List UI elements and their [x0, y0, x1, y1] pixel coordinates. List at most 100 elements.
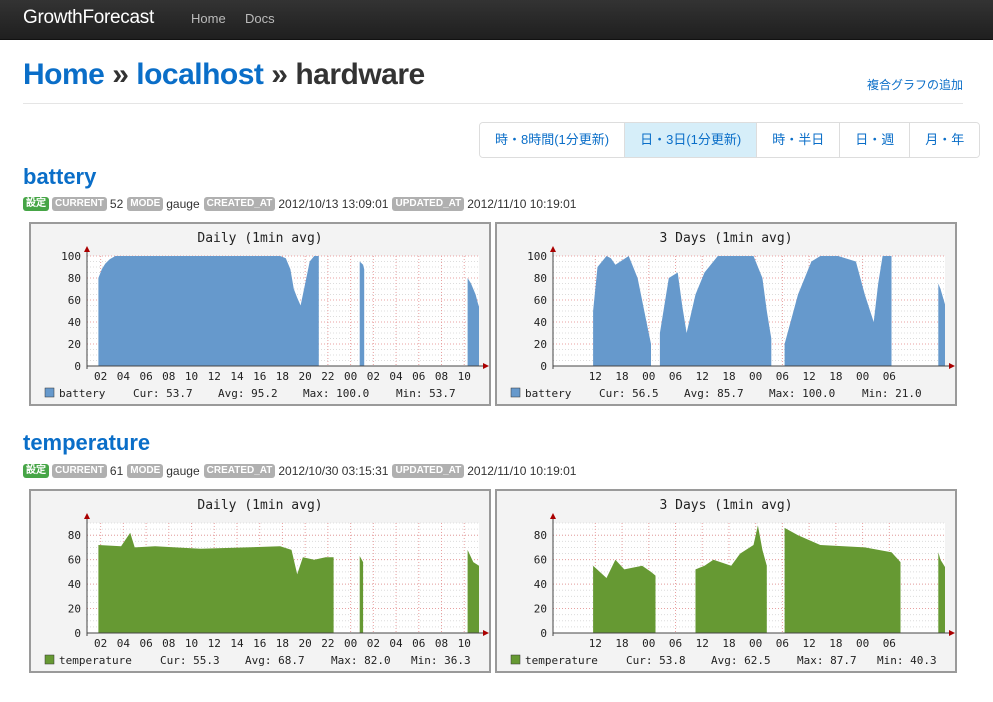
graph-temperature-3days[interactable]: 3 Days (1min avg) 0 20 40 60 80 12 18 00 06 12 18 00… [495, 489, 957, 673]
x-tick-label: 06 [669, 370, 682, 383]
nav-docs-link[interactable]: Docs [245, 11, 275, 26]
graph-title-battery[interactable]: battery [23, 164, 96, 190]
x-tick-label: 00 [344, 637, 357, 650]
x-axis-arrow [949, 630, 955, 636]
current-value: 52 [109, 197, 124, 211]
x-tick-label: 22 [321, 637, 334, 650]
x-tick-label: 04 [117, 370, 131, 383]
range-button-8hours[interactable]: 時・8時間(1分更新) [480, 123, 626, 157]
created-at-value: 2012/10/13 13:09:01 [278, 197, 389, 211]
chart-title: Daily (1min avg) [197, 498, 322, 513]
breadcrumb-home[interactable]: Home [23, 58, 105, 91]
x-tick-label: 06 [883, 370, 896, 383]
y-axis-arrow [550, 246, 556, 252]
x-tick-label: 18 [615, 637, 628, 650]
settings-badge[interactable]: 設定 [23, 197, 49, 211]
x-axis-arrow [483, 630, 489, 636]
updated-at-badge: UPDATED_AT [392, 197, 465, 211]
x-tick-label: 04 [389, 637, 403, 650]
chart-svg: 3 Days (1min avg) 0 20 40 60 80 12 18 00 06 12 18 00… [510, 498, 955, 667]
chart-svg: Daily (1min avg)02040608002 04 06 08 10 12 14 1… [44, 498, 489, 667]
updated-at-value: 2012/11/10 10:19:01 [467, 197, 577, 211]
y-tick-label: 80 [534, 529, 547, 542]
legend-min: Min: 53.7 [396, 387, 456, 400]
legend-cur: Cur: 53.7 [133, 387, 193, 400]
legend-min: Min: 21.0 [862, 387, 922, 400]
x-tick-label: 10 [185, 370, 198, 383]
x-tick-label: 02 [367, 370, 380, 383]
x-tick-label: 00 [749, 637, 762, 650]
graph-title-temperature[interactable]: temperature [23, 430, 150, 456]
settings-badge[interactable]: 設定 [23, 464, 49, 478]
x-tick-label: 02 [94, 370, 107, 383]
y-axis-arrow [84, 513, 90, 519]
x-tick-label: 00 [749, 370, 762, 383]
range-button-week[interactable]: 日・週 [840, 123, 911, 157]
y-tick-label: 0 [74, 627, 81, 640]
breadcrumb-separator: » [112, 58, 129, 91]
x-tick-label: 06 [776, 370, 789, 383]
x-tick-label: 12 [803, 637, 816, 650]
x-tick-label: 12 [589, 637, 602, 650]
x-tick-label: 12 [696, 637, 709, 650]
legend-label: temperature [59, 654, 132, 667]
range-button-year[interactable]: 月・年 [910, 123, 980, 157]
x-tick-label: 18 [276, 637, 289, 650]
x-tick-label: 10 [185, 637, 198, 650]
legend-max: Max: 87.7 [797, 654, 857, 667]
legend-label: battery [59, 387, 106, 400]
updated-at-value: 2012/11/10 10:19:01 [467, 464, 577, 478]
legend-swatch [510, 654, 521, 665]
x-tick-label: 20 [299, 370, 312, 383]
graph-temperature-daily[interactable]: Daily (1min avg) 0 20 40 60 80 02 04 06 08 10 12 14 1… [29, 489, 491, 673]
current-badge: CURRENT [52, 197, 107, 211]
breadcrumb: Home » localhost » hardware [23, 58, 425, 92]
x-tick-label: 04 [117, 637, 131, 650]
chart-svg: Daily (1min avg)02040608010002 04 06 08 10 12… [44, 231, 489, 400]
breadcrumb-service[interactable]: localhost [136, 58, 264, 91]
updated-at-badge: UPDATED_AT [392, 464, 465, 478]
x-tick-label: 02 [94, 637, 107, 650]
graph-battery-3days[interactable]: 3 Days (1min avg) 0 20 40 60 80 100 12 18 00 06 12 1… [495, 222, 957, 406]
legend-label: battery [525, 387, 572, 400]
legend-min: Min: 40.3 [877, 654, 937, 667]
x-tick-label: 18 [276, 370, 289, 383]
breadcrumb-separator: » [271, 58, 288, 91]
area-series [359, 556, 364, 633]
x-tick-label: 00 [856, 370, 869, 383]
chart-svg: 3 Days (1min avg) 0 20 40 60 80 100 12 18 00 06 12 1… [510, 231, 955, 400]
y-tick-label: 0 [540, 627, 547, 640]
x-tick-label: 04 [389, 370, 403, 383]
x-tick-label: 06 [412, 370, 425, 383]
x-tick-label: 16 [253, 370, 266, 383]
x-tick-label: 00 [344, 370, 357, 383]
x-tick-label: 06 [669, 637, 682, 650]
top-navbar: GrowthForecast Home Docs [0, 0, 993, 40]
range-button-halfday[interactable]: 時・半日 [757, 123, 841, 157]
area-series [98, 256, 319, 366]
x-tick-label: 06 [139, 370, 152, 383]
y-tick-label: 60 [534, 554, 547, 567]
range-button-3days[interactable]: 日・3日(1分更新) [625, 123, 758, 157]
y-tick-label: 20 [68, 603, 81, 616]
x-tick-label: 06 [776, 637, 789, 650]
add-complex-graph-link[interactable]: 複合グラフの追加 [867, 76, 963, 93]
legend-avg: Avg: 95.2 [218, 387, 278, 400]
nav-home-link[interactable]: Home [191, 11, 226, 26]
legend-cur: Cur: 56.5 [599, 387, 659, 400]
x-tick-label: 18 [722, 370, 735, 383]
legend-max: Max: 100.0 [303, 387, 369, 400]
x-tick-label: 12 [696, 370, 709, 383]
created-at-value: 2012/10/30 03:15:31 [278, 464, 389, 478]
x-tick-label: 12 [589, 370, 602, 383]
graph-battery-daily[interactable]: Daily (1min avg) 0 20 40 60 80 100 02 04 06 08 10 12… [29, 222, 491, 406]
x-tick-label: 14 [230, 637, 244, 650]
breadcrumb-section: hardware [295, 58, 425, 91]
mode-value: gauge [166, 464, 200, 478]
x-tick-label: 10 [458, 637, 471, 650]
x-tick-label: 18 [829, 370, 842, 383]
brand-logo[interactable]: GrowthForecast [23, 7, 154, 29]
x-tick-label: 18 [615, 370, 628, 383]
y-tick-label: 100 [61, 250, 81, 263]
legend-swatch [510, 387, 521, 398]
